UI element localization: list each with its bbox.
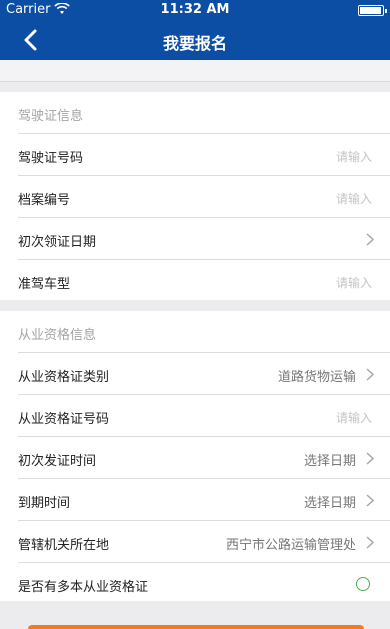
license-section: 驾驶证信息 驾驶证号码 请输入 档案编号 请输入 初次领证日期 准驾车型 请输入 [0, 92, 390, 300]
license-number-field[interactable]: 驾驶证号码 请输入 [18, 134, 390, 176]
vehicle-class-field[interactable]: 准驾车型 请输入 [18, 260, 390, 302]
chevron-right-icon [366, 536, 374, 549]
chevron-right-icon [366, 452, 374, 465]
multiple-certificates-row[interactable]: 是否有多本从业资格证 [18, 563, 390, 605]
top-spacer [0, 60, 390, 82]
field-label: 准驾车型 [18, 277, 71, 292]
field-label: 是否有多本从业资格证 [18, 580, 149, 595]
qualification-category-row[interactable]: 从业资格证类别 道路货物运输 [18, 353, 390, 395]
field-placeholder: 请输入 [335, 150, 372, 164]
qualification-number-field[interactable]: 从业资格证号码 请输入 [18, 395, 390, 437]
field-value: 西宁市公路运输管理处 [225, 538, 356, 553]
field-value: 道路货物运输 [277, 370, 356, 385]
nav-bar: 我要报名 [0, 20, 390, 60]
field-value: 选择日期 [303, 496, 356, 511]
field-value: 选择日期 [303, 454, 356, 469]
field-label: 初次领证日期 [18, 235, 97, 250]
field-label: 档案编号 [18, 193, 71, 208]
section-header: 从业资格信息 [18, 311, 390, 353]
archive-number-field[interactable]: 档案编号 请输入 [18, 176, 390, 218]
qualification-section: 从业资格信息 从业资格证类别 道路货物运输 从业资格证号码 请输入 初次发证时间… [0, 311, 390, 601]
chevron-right-icon [366, 368, 374, 381]
field-label: 从业资格证号码 [18, 412, 110, 427]
field-label: 初次发证时间 [18, 454, 97, 469]
field-label: 管辖机关所在地 [18, 538, 110, 553]
field-label: 到期时间 [18, 496, 71, 511]
section-title: 驾驶证信息 [18, 109, 84, 124]
field-label: 从业资格证类别 [18, 370, 110, 385]
field-label: 驾驶证号码 [18, 151, 84, 166]
section-title: 从业资格信息 [18, 328, 97, 343]
section-header: 驾驶证信息 [18, 92, 390, 134]
submit-button[interactable] [28, 625, 364, 629]
authority-location-row[interactable]: 管辖机关所在地 西宁市公路运输管理处 [18, 521, 390, 563]
bottom-bar [0, 601, 390, 629]
issue-date-row[interactable]: 初次发证时间 选择日期 [18, 437, 390, 479]
first-license-date-row[interactable]: 初次领证日期 [18, 218, 390, 260]
chevron-right-icon [366, 494, 374, 507]
field-placeholder: 请输入 [335, 276, 372, 290]
chevron-right-icon [366, 233, 374, 246]
expiry-date-row[interactable]: 到期时间 选择日期 [18, 479, 390, 521]
page-title: 我要报名 [162, 34, 227, 53]
battery-icon [358, 5, 387, 16]
status-bar: Carrier 11:32 AM [0, 0, 390, 20]
radio-icon[interactable] [356, 577, 370, 591]
field-placeholder: 请输入 [335, 192, 372, 206]
clock: 11:32 AM [160, 2, 230, 17]
field-placeholder: 请输入 [335, 411, 372, 425]
